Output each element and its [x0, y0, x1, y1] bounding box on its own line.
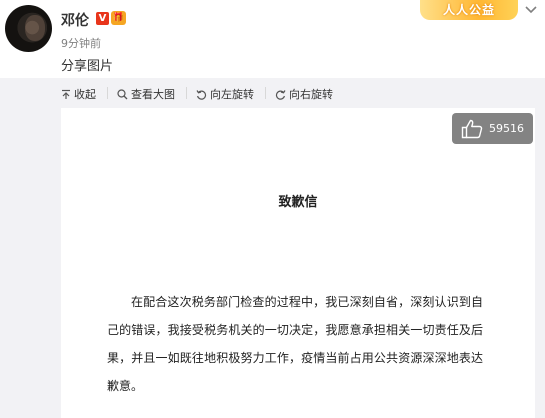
chevron-down-icon[interactable] [524, 3, 538, 17]
rotate-left-icon [196, 89, 207, 100]
view-large-button[interactable]: 查看大图 [117, 86, 175, 102]
view-large-label: 查看大图 [131, 88, 175, 101]
toolbar-divider [265, 87, 266, 99]
toolbar-divider [107, 87, 108, 99]
thumbs-up-icon [461, 119, 483, 138]
collapse-label: 收起 [74, 88, 96, 101]
rotate-right-button[interactable]: 向右旋转 [275, 86, 333, 102]
username[interactable]: 邓伦 [61, 10, 89, 30]
post-header: 邓伦 V 🎁 9分钟前 分享图片 人人公益 [0, 0, 545, 78]
rotate-left-button[interactable]: 向左旋转 [196, 86, 254, 102]
collapse-button[interactable]: 收起 [61, 86, 96, 102]
post-text: 分享图片 [61, 59, 114, 74]
avatar[interactable] [5, 5, 52, 52]
search-icon [117, 88, 128, 99]
rotate-right-icon [275, 89, 286, 100]
like-button[interactable]: 59516 [452, 113, 533, 144]
post-image[interactable]: 59516 致歉信 在配合这次税务部门检查的过程中，我已深刻自省，深刻认识到自己… [61, 108, 535, 418]
rotate-left-label: 向左旋转 [210, 88, 254, 101]
charity-banner[interactable]: 人人公益 [420, 0, 518, 20]
document-body: 在配合这次税务部门检查的过程中，我已深刻自省，深刻认识到自己的错误，我接受税务机… [107, 295, 483, 393]
document-title: 致歉信 [278, 195, 318, 210]
post-timestamp[interactable]: 9分钟前 [61, 35, 101, 51]
collapse-icon [62, 89, 70, 99]
verified-icon: V [96, 12, 109, 25]
rotate-right-label: 向右旋转 [289, 88, 333, 101]
like-count: 59516 [489, 122, 524, 135]
toolbar-divider [186, 87, 187, 99]
gift-icon: 🎁 [111, 11, 126, 25]
